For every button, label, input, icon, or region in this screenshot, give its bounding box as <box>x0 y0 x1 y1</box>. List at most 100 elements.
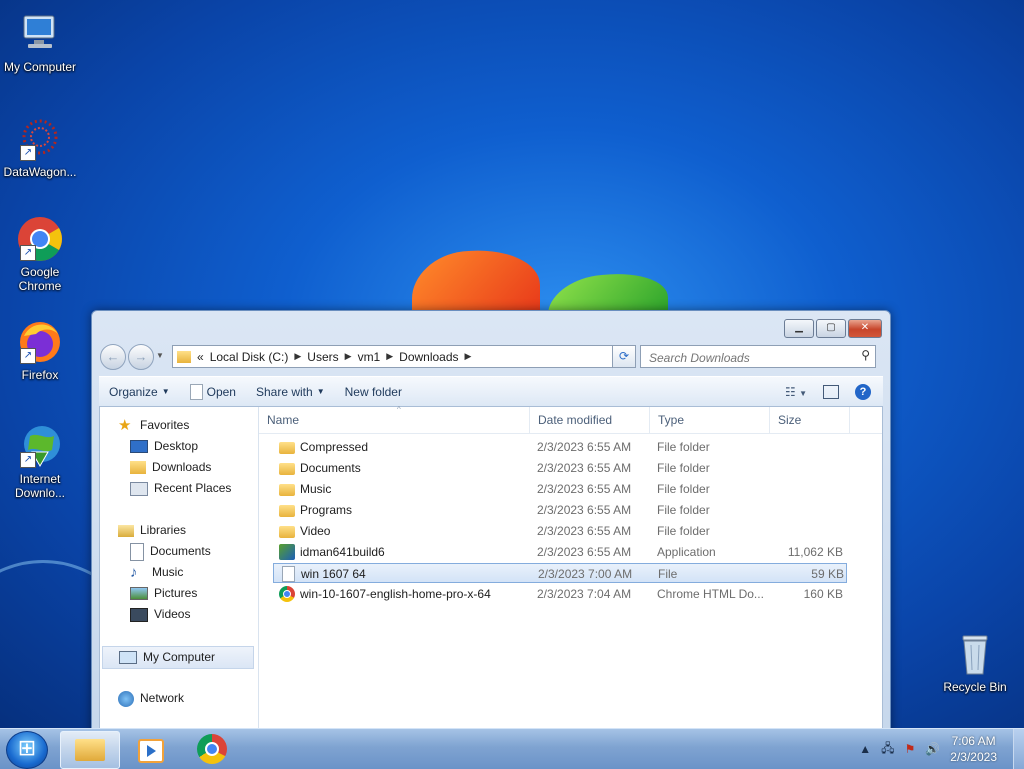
desktop-icon-firefox[interactable]: ↗ Firefox <box>0 318 80 382</box>
back-button[interactable]: ← <box>100 344 126 370</box>
nav-videos[interactable]: Videos <box>130 604 190 625</box>
file-size: 160 KB <box>803 587 843 601</box>
column-date-modified[interactable]: Date modified <box>530 407 650 433</box>
new-folder-button[interactable]: New folder <box>335 385 412 399</box>
volume-icon[interactable]: 🔊 <box>925 742 940 756</box>
table-row[interactable]: Compressed 2/3/2023 6:55 AM File folder <box>273 437 847 457</box>
desktop-icon-recycle-bin[interactable]: Recycle Bin <box>935 630 1015 694</box>
application-icon <box>279 544 295 560</box>
taskbar-media-player-button[interactable] <box>122 731 180 767</box>
desktop-icon-google-chrome[interactable]: ↗ Google Chrome <box>0 215 80 293</box>
search-input[interactable] <box>647 348 851 367</box>
column-size[interactable]: Size <box>770 407 850 433</box>
desktop-icon <box>130 440 148 453</box>
nav-music[interactable]: ♪ Music <box>130 562 183 583</box>
address-segment-vm1[interactable]: vm1 <box>358 350 381 364</box>
address-segment-users[interactable]: Users <box>307 350 338 364</box>
taskbar-chrome-button[interactable] <box>184 731 242 767</box>
show-hidden-icons-button[interactable]: ▲ <box>859 742 871 756</box>
nav-label: Favorites <box>140 418 190 432</box>
file-type: File folder <box>657 440 710 454</box>
column-name[interactable]: Name <box>259 407 530 433</box>
idm-globe-icon: ↗ <box>16 422 64 470</box>
organize-button[interactable]: Organize ▼ <box>99 385 180 399</box>
file-name: Compressed <box>300 440 369 454</box>
forward-button[interactable]: → <box>128 344 154 370</box>
change-view-button[interactable]: ☷ ▼ <box>785 385 807 399</box>
window-caption-buttons: ▁ ▢ ✕ <box>784 319 882 338</box>
nav-network[interactable]: Network <box>118 688 184 709</box>
file-date: 2/3/2023 6:55 AM <box>537 461 632 475</box>
nav-documents[interactable]: Documents <box>130 541 211 562</box>
file-name: Documents <box>300 461 361 475</box>
file-type: Application <box>657 545 716 559</box>
address-overflow[interactable]: « <box>197 350 204 364</box>
libraries-icon <box>118 524 134 537</box>
nav-label: My Computer <box>143 650 216 664</box>
recent-pages-dropdown-icon[interactable]: ▼ <box>156 351 164 360</box>
file-icon <box>282 566 295 582</box>
nav-my-computer[interactable]: My Computer <box>102 646 254 669</box>
desktop-icon-label: Google Chrome <box>18 265 62 293</box>
table-row[interactable]: Music 2/3/2023 6:55 AM File folder <box>273 479 847 499</box>
desktop-icon-datawagon[interactable]: ↗ DataWagon... <box>0 115 80 179</box>
address-segment-downloads[interactable]: Downloads <box>399 350 458 364</box>
address-segment-local-disk[interactable]: Local Disk (C:) <box>210 350 289 364</box>
file-size: 59 KB <box>811 567 844 581</box>
address-bar[interactable]: « Local Disk (C:) ▶ Users ▶ vm1 ▶ Downlo… <box>172 345 634 368</box>
table-row[interactable]: Programs 2/3/2023 6:55 AM File folder <box>273 500 847 520</box>
file-date: 2/3/2023 6:55 AM <box>537 440 632 454</box>
chrome-icon: ↗ <box>16 215 64 263</box>
table-row[interactable]: win-10-1607-english-home-pro-x-64 2/3/20… <box>273 584 847 604</box>
desktop-icon-my-computer[interactable]: My Computer <box>0 10 80 74</box>
shortcut-arrow-icon: ↗ <box>20 245 36 261</box>
share-with-label: Share with <box>255 384 313 399</box>
nav-recent-places[interactable]: Recent Places <box>130 478 231 499</box>
preview-pane-button[interactable] <box>823 384 839 399</box>
table-row[interactable]: Video 2/3/2023 6:55 AM File folder <box>273 521 847 541</box>
folder-icon <box>279 505 295 517</box>
clock-date: 2/3/2023 <box>950 750 997 764</box>
search-icon[interactable]: ⚲ <box>861 348 870 362</box>
maximize-button[interactable]: ▢ <box>816 319 846 338</box>
action-center-flag-icon[interactable]: ⚑ <box>905 742 916 756</box>
table-row-selected[interactable]: win 1607 64 2/3/2023 7:00 AM File 59 KB <box>273 563 847 583</box>
desktop-icon-label: Recycle Bin <box>943 680 1007 694</box>
search-box[interactable]: ⚲ <box>640 345 876 368</box>
folder-icon <box>279 442 295 454</box>
star-icon: ★ <box>118 416 132 434</box>
explorer-body: ★ Favorites Desktop Downloads Recent Plac… <box>99 405 883 741</box>
file-name: Video <box>300 524 331 538</box>
share-with-button[interactable]: Share with ▼ <box>246 385 335 399</box>
show-desktop-button[interactable] <box>1013 729 1024 769</box>
nav-libraries[interactable]: Libraries <box>118 520 186 541</box>
help-icon[interactable]: ? <box>855 383 871 400</box>
table-row[interactable]: Documents 2/3/2023 6:55 AM File folder <box>273 458 847 478</box>
desktop-icon-internet-download-manager[interactable]: ↗ Internet Downlo... <box>0 422 80 500</box>
chevron-right-icon[interactable]: ▶ <box>345 351 352 362</box>
chevron-right-icon[interactable]: ▶ <box>465 351 472 362</box>
table-row[interactable]: idman641build6 2/3/2023 6:55 AM Applicat… <box>273 542 847 562</box>
minimize-button[interactable]: ▁ <box>784 319 814 338</box>
new-folder-label: New folder <box>344 384 402 399</box>
file-date: 2/3/2023 7:00 AM <box>538 567 633 581</box>
nav-desktop[interactable]: Desktop <box>130 436 198 457</box>
taskbar-explorer-button[interactable] <box>60 731 120 769</box>
network-tray-icon[interactable]: 🖧 <box>881 739 894 760</box>
start-button[interactable] <box>6 731 48 769</box>
nav-pictures[interactable]: Pictures <box>130 583 197 604</box>
nav-label: Desktop <box>154 439 199 453</box>
refresh-button[interactable]: ⟳ <box>612 345 636 368</box>
organize-label: Organize <box>109 384 158 399</box>
nav-label: Documents <box>150 544 211 558</box>
close-button[interactable]: ✕ <box>848 319 882 338</box>
open-button[interactable]: Open <box>180 383 246 400</box>
clock[interactable]: 7:06 AM 2/3/2023 <box>950 733 997 765</box>
nav-favorites[interactable]: ★ Favorites <box>118 415 189 436</box>
column-type[interactable]: Type <box>650 407 770 433</box>
chevron-right-icon[interactable]: ▶ <box>294 351 301 362</box>
nav-label: Recent Places <box>154 481 232 495</box>
chevron-right-icon[interactable]: ▶ <box>386 351 393 362</box>
nav-downloads[interactable]: Downloads <box>130 457 211 478</box>
clock-time: 7:06 AM <box>951 734 996 748</box>
